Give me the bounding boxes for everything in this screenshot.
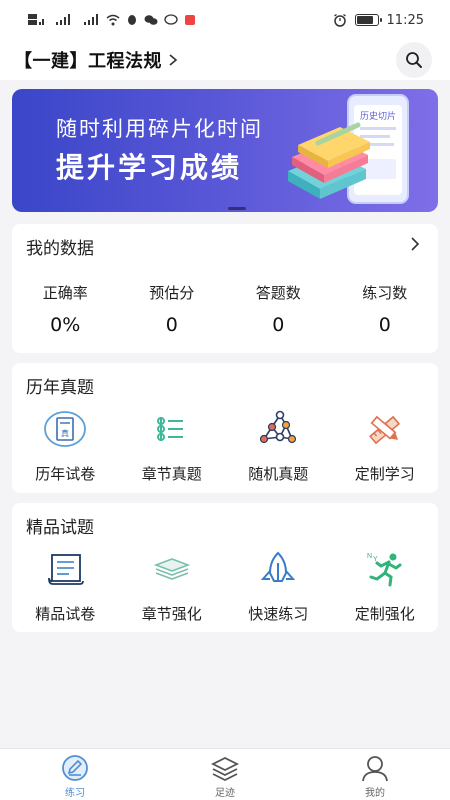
random-network-icon <box>260 410 297 444</box>
stat-value: 0 <box>272 314 285 336</box>
stats-row: 正确率 0% 预估分 0 答题数 0 练习数 0 <box>12 282 438 336</box>
past-exam-papers-item[interactable]: 真 历年试卷 <box>12 409 119 484</box>
tab-footprint[interactable]: 足迹 <box>150 749 300 800</box>
grid-label: 快速练习 <box>248 605 309 623</box>
search-button[interactable] <box>396 42 432 78</box>
status-left <box>28 14 196 26</box>
chapter-reinforce-item[interactable]: 章节强化 <box>119 549 226 624</box>
app-icon <box>185 15 195 25</box>
tab-label: 我的 <box>365 788 385 799</box>
hd-signal-icon <box>28 14 44 25</box>
stat-answered: 答题数 0 <box>225 282 332 336</box>
custom-reinforce-item[interactable]: N Y 定制强化 <box>332 549 439 624</box>
pencil-ruler-icon <box>368 415 400 445</box>
grid-label: 定制学习 <box>354 465 415 483</box>
premium-title: 精品试题 <box>26 518 94 538</box>
bottom-tab-bar: 练习 足迹 我的 <box>0 748 450 800</box>
battery-fill <box>356 16 373 24</box>
pencil-circle-icon <box>62 755 88 781</box>
tab-label: 足迹 <box>215 788 235 799</box>
stat-estimated-score: 预估分 0 <box>119 282 226 336</box>
my-data-title: 我的数据 <box>26 239 94 259</box>
signal-icon-1 <box>56 14 70 25</box>
phone-books-illustration: 历史切片 <box>288 94 409 204</box>
past-exams-title: 历年真题 <box>26 378 94 398</box>
premium-papers-item[interactable]: 精品试卷 <box>12 549 119 624</box>
banner-line2: 提升学习成绩 <box>56 151 243 184</box>
page-title: 【一建】工程法规 <box>14 51 162 72</box>
scroll-icon <box>48 554 85 585</box>
stat-practice: 练习数 0 <box>332 282 439 336</box>
svg-text:N: N <box>367 553 372 560</box>
signal-icon-2 <box>84 14 98 25</box>
chapter-list-icon <box>156 417 183 441</box>
tab-practice[interactable]: 练习 <box>0 749 150 800</box>
premium-questions-card: 精品试题 精品试卷 章节强化 快速练习 N Y 定制强化 <box>12 503 438 632</box>
promo-banner[interactable]: 随时利用碎片化时间 提升学习成绩 历史切片 <box>12 89 438 212</box>
tab-label: 练习 <box>65 788 85 799</box>
subject-selector[interactable]: 【一建】工程法规 <box>14 47 180 73</box>
stack-icon <box>153 558 191 580</box>
grid-label: 随机真题 <box>248 465 309 483</box>
stat-value: 0 <box>378 314 391 336</box>
message-icon <box>164 14 178 25</box>
alarm-icon <box>333 13 346 27</box>
runner-icon: N Y <box>367 553 402 587</box>
grid-label: 历年试卷 <box>35 465 96 483</box>
grid-label: 定制强化 <box>354 605 415 623</box>
past-exams-grid: 真 历年试卷 章节真题 随机真题 定制学习 <box>12 409 438 484</box>
premium-grid: 精品试卷 章节强化 快速练习 N Y 定制强化 <box>12 549 438 624</box>
stat-accuracy: 正确率 0% <box>12 282 119 336</box>
stat-label: 正确率 <box>42 284 88 302</box>
rocket-icon <box>261 551 296 582</box>
chapter-exam-item[interactable]: 章节真题 <box>119 409 226 484</box>
stat-value: 0% <box>50 314 81 336</box>
quick-practice-item[interactable]: 快速练习 <box>225 549 332 624</box>
layers-icon <box>210 756 240 782</box>
wifi-icon <box>106 14 120 26</box>
svg-text:真: 真 <box>61 428 69 438</box>
status-bar: 11:25 <box>0 0 450 40</box>
stat-label: 预估分 <box>149 284 195 302</box>
random-exam-item[interactable]: 随机真题 <box>225 409 332 484</box>
grid-label: 章节真题 <box>141 465 202 483</box>
search-icon <box>406 52 422 68</box>
banner-line1: 随时利用碎片化时间 <box>56 117 263 141</box>
grid-label: 精品试卷 <box>35 605 96 623</box>
wechat-icon <box>144 15 158 25</box>
chevron-right-icon[interactable] <box>410 237 420 251</box>
app-header: 【一建】工程法规 <box>0 40 450 80</box>
exam-paper-icon: 真 <box>44 411 87 447</box>
status-right: 11:25 <box>333 13 424 28</box>
stat-label: 答题数 <box>255 284 301 302</box>
stat-label: 练习数 <box>362 284 408 302</box>
grid-label: 章节强化 <box>141 605 202 623</box>
qq-icon <box>128 15 136 25</box>
user-icon <box>362 756 388 782</box>
status-time: 11:25 <box>386 12 424 28</box>
svg-text:Y: Y <box>373 556 378 563</box>
banner-page-indicator <box>228 207 246 210</box>
tab-mine[interactable]: 我的 <box>300 749 450 800</box>
past-exams-card: 历年真题 真 历年试卷 章节真题 随机真题 定制学习 <box>12 363 438 493</box>
stat-value: 0 <box>165 314 178 336</box>
chevron-right-icon <box>169 54 178 66</box>
custom-study-item[interactable]: 定制学习 <box>332 409 439 484</box>
phone-label: 历史切片 <box>360 110 396 121</box>
my-data-card[interactable]: 我的数据 正确率 0% 预估分 0 答题数 0 练习数 0 <box>12 224 438 353</box>
battery-icon <box>354 14 382 26</box>
